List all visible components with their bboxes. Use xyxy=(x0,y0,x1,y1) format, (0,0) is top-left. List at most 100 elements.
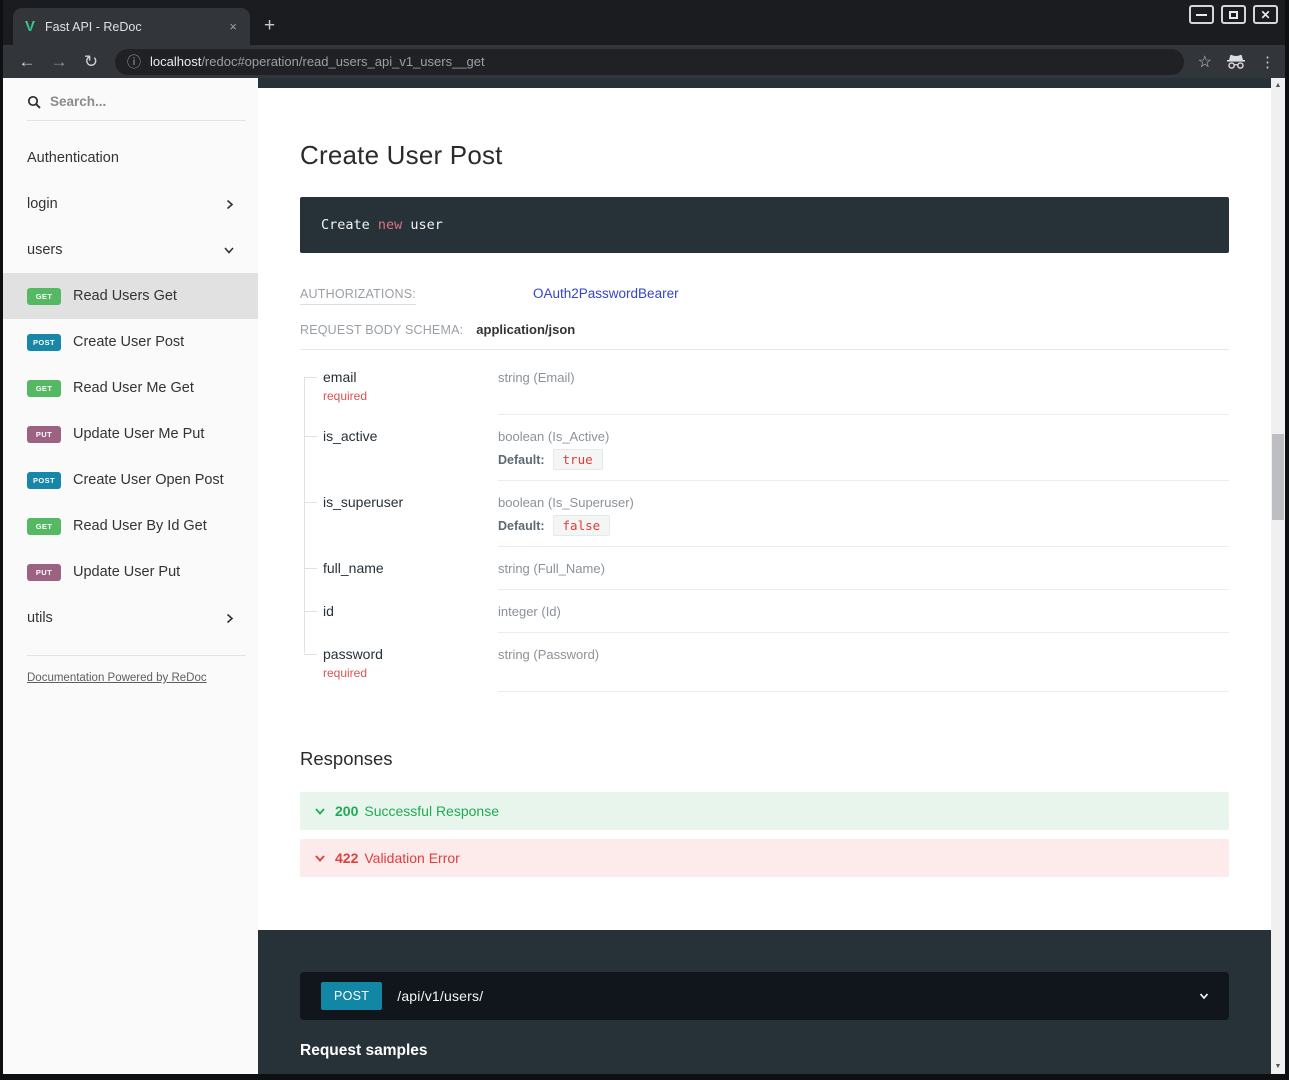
field-name: password required xyxy=(304,633,498,692)
response-422-row[interactable]: 422 Validation Error xyxy=(300,839,1229,877)
page-scrollbar[interactable]: ▲ ▼ xyxy=(1271,78,1285,1074)
sidebar-item-label: Read User By Id Get xyxy=(73,518,207,534)
field-type: integer (Id) xyxy=(498,590,1229,633)
sidebar-item-utils[interactable]: utils xyxy=(3,595,258,641)
field-type: boolean (Is_Active) Default:true xyxy=(498,415,1229,481)
section-divider xyxy=(300,349,1229,350)
scroll-down-arrow-icon[interactable]: ▼ xyxy=(1271,1059,1285,1074)
minimize-button[interactable] xyxy=(1189,5,1214,24)
default-value-chip: false xyxy=(553,515,611,536)
sidebar-item-label: Create User Open Post xyxy=(73,472,224,488)
search-icon xyxy=(27,95,41,109)
new-tab-button[interactable]: + xyxy=(264,15,275,37)
chevron-down-icon xyxy=(222,243,236,257)
response-label: Validation Error xyxy=(364,850,459,866)
url-bar[interactable]: ⓘ localhost/redoc#operation/read_users_a… xyxy=(115,49,1184,75)
field-name: id xyxy=(304,590,498,633)
forward-button[interactable]: → xyxy=(45,52,73,72)
sidebar-item-update-user-me-put[interactable]: PUT Update User Me Put xyxy=(3,411,258,457)
reload-button[interactable]: ↻ xyxy=(77,52,105,72)
method-badge-get: GET xyxy=(27,288,61,305)
sidebar-item-read-user-by-id-get[interactable]: GET Read User By Id Get xyxy=(3,503,258,549)
sidebar-item-label: Read User Me Get xyxy=(73,380,194,396)
browser-window: V Fast API - ReDoc × + ✕ ← → ↻ ⓘ localho… xyxy=(0,0,1289,1080)
url-path: /redoc#operation/read_users_api_v1_users… xyxy=(201,54,484,69)
sidebar-item-users[interactable]: users xyxy=(3,227,258,273)
sidebar-divider xyxy=(27,655,246,656)
redoc-footer-link[interactable]: Documentation Powered by ReDoc xyxy=(27,672,234,684)
sidebar-item-read-user-me-get[interactable]: GET Read User Me Get xyxy=(3,365,258,411)
tab-close-icon[interactable]: × xyxy=(226,19,240,34)
request-body-row: REQUEST BODY SCHEMA: application/json xyxy=(300,322,1229,337)
default-value-chip: true xyxy=(553,449,603,470)
field-default: Default:false xyxy=(498,518,1229,533)
incognito-icon xyxy=(1226,54,1246,70)
site-info-icon[interactable]: ⓘ xyxy=(127,52,141,72)
chevron-down-icon xyxy=(1197,989,1211,1003)
sidebar-item-label: utils xyxy=(27,610,53,626)
search-box[interactable] xyxy=(27,94,246,121)
titlebar: V Fast API - ReDoc × + ✕ xyxy=(3,0,1285,45)
chevron-right-icon xyxy=(223,612,236,625)
field-type: boolean (Is_Superuser) Default:false xyxy=(498,481,1229,547)
search-input[interactable] xyxy=(50,94,200,109)
close-button[interactable]: ✕ xyxy=(1253,5,1278,24)
sidebar-item-create-user-open-post[interactable]: POST Create User Open Post xyxy=(3,457,258,503)
sidebar-item-read-users-get[interactable]: GET Read Users Get xyxy=(3,273,258,319)
sidebar: Authentication login users GET Read User… xyxy=(3,78,258,1074)
sidebar-nav: Authentication login users GET Read User… xyxy=(3,135,258,641)
browser-menu-icon[interactable]: ⋮ xyxy=(1260,53,1275,71)
url-host: localhost xyxy=(150,54,201,69)
back-button[interactable]: ← xyxy=(13,52,41,72)
request-samples-panel: POST /api/v1/users/ Request samples Payl… xyxy=(258,930,1271,1074)
endpoint-path: /api/v1/users/ xyxy=(397,988,483,1004)
field-name: email required xyxy=(304,356,498,415)
sidebar-item-label: Authentication xyxy=(27,150,119,166)
sidebar-item-label: Create User Post xyxy=(73,334,184,350)
method-badge-put: PUT xyxy=(27,564,61,581)
sidebar-item-login[interactable]: login xyxy=(3,181,258,227)
page-title: Create User Post xyxy=(300,140,1229,171)
chevron-down-icon xyxy=(314,852,326,864)
window-controls: ✕ xyxy=(1189,5,1278,24)
description-text: user xyxy=(402,217,443,233)
required-flag: required xyxy=(323,389,498,403)
chevron-down-icon xyxy=(314,805,326,817)
schema-fields: email required string (Email) is_active … xyxy=(304,356,1229,692)
close-icon: ✕ xyxy=(1260,9,1270,21)
sidebar-item-create-user-post[interactable]: POST Create User Post xyxy=(3,319,258,365)
sidebar-item-authentication[interactable]: Authentication xyxy=(3,135,258,181)
response-code: 422 xyxy=(335,850,358,866)
field-row-email: email required string (Email) xyxy=(304,356,1229,415)
response-200-row[interactable]: 200 Successful Response xyxy=(300,792,1229,830)
maximize-icon xyxy=(1229,11,1238,19)
sidebar-item-update-user-put[interactable]: PUT Update User Put xyxy=(3,549,258,595)
sidebar-item-label: login xyxy=(27,196,58,212)
scrollbar-thumb[interactable] xyxy=(1272,434,1284,520)
request-body-content-type: application/json xyxy=(476,322,575,337)
bookmark-star-icon[interactable]: ☆ xyxy=(1198,52,1212,72)
method-badge-put: PUT xyxy=(27,426,61,443)
field-name: is_superuser xyxy=(304,481,498,547)
authorizations-row: AUTHORIZATIONS: OAuth2PasswordBearer xyxy=(300,287,1229,301)
endpoint-bar[interactable]: POST /api/v1/users/ xyxy=(300,972,1229,1020)
main-content: Create User Post Create new user AUTHORI… xyxy=(258,78,1271,1074)
maximize-button[interactable] xyxy=(1221,5,1246,24)
sidebar-item-label: users xyxy=(27,242,62,258)
scroll-up-arrow-icon[interactable]: ▲ xyxy=(1271,78,1285,93)
field-type: string (Password) xyxy=(498,633,1229,692)
sidebar-item-label: Update User Put xyxy=(73,564,180,580)
description-highlight: new xyxy=(378,217,402,233)
method-badge-get: GET xyxy=(27,518,61,535)
chevron-right-icon xyxy=(223,198,236,211)
auth-scheme-link[interactable]: OAuth2PasswordBearer xyxy=(533,286,679,301)
minimize-icon xyxy=(1196,14,1207,16)
operation-section: Create User Post Create new user AUTHORI… xyxy=(258,88,1271,886)
http-method-badge: POST xyxy=(321,982,382,1010)
response-label: Successful Response xyxy=(364,803,499,819)
browser-tab[interactable]: V Fast API - ReDoc × xyxy=(13,8,250,45)
field-row-password: password required string (Password) xyxy=(304,633,1229,692)
field-type: string (Full_Name) xyxy=(498,547,1229,590)
sidebar-item-label: Update User Me Put xyxy=(73,426,204,442)
request-body-label: REQUEST BODY SCHEMA: xyxy=(300,323,463,337)
